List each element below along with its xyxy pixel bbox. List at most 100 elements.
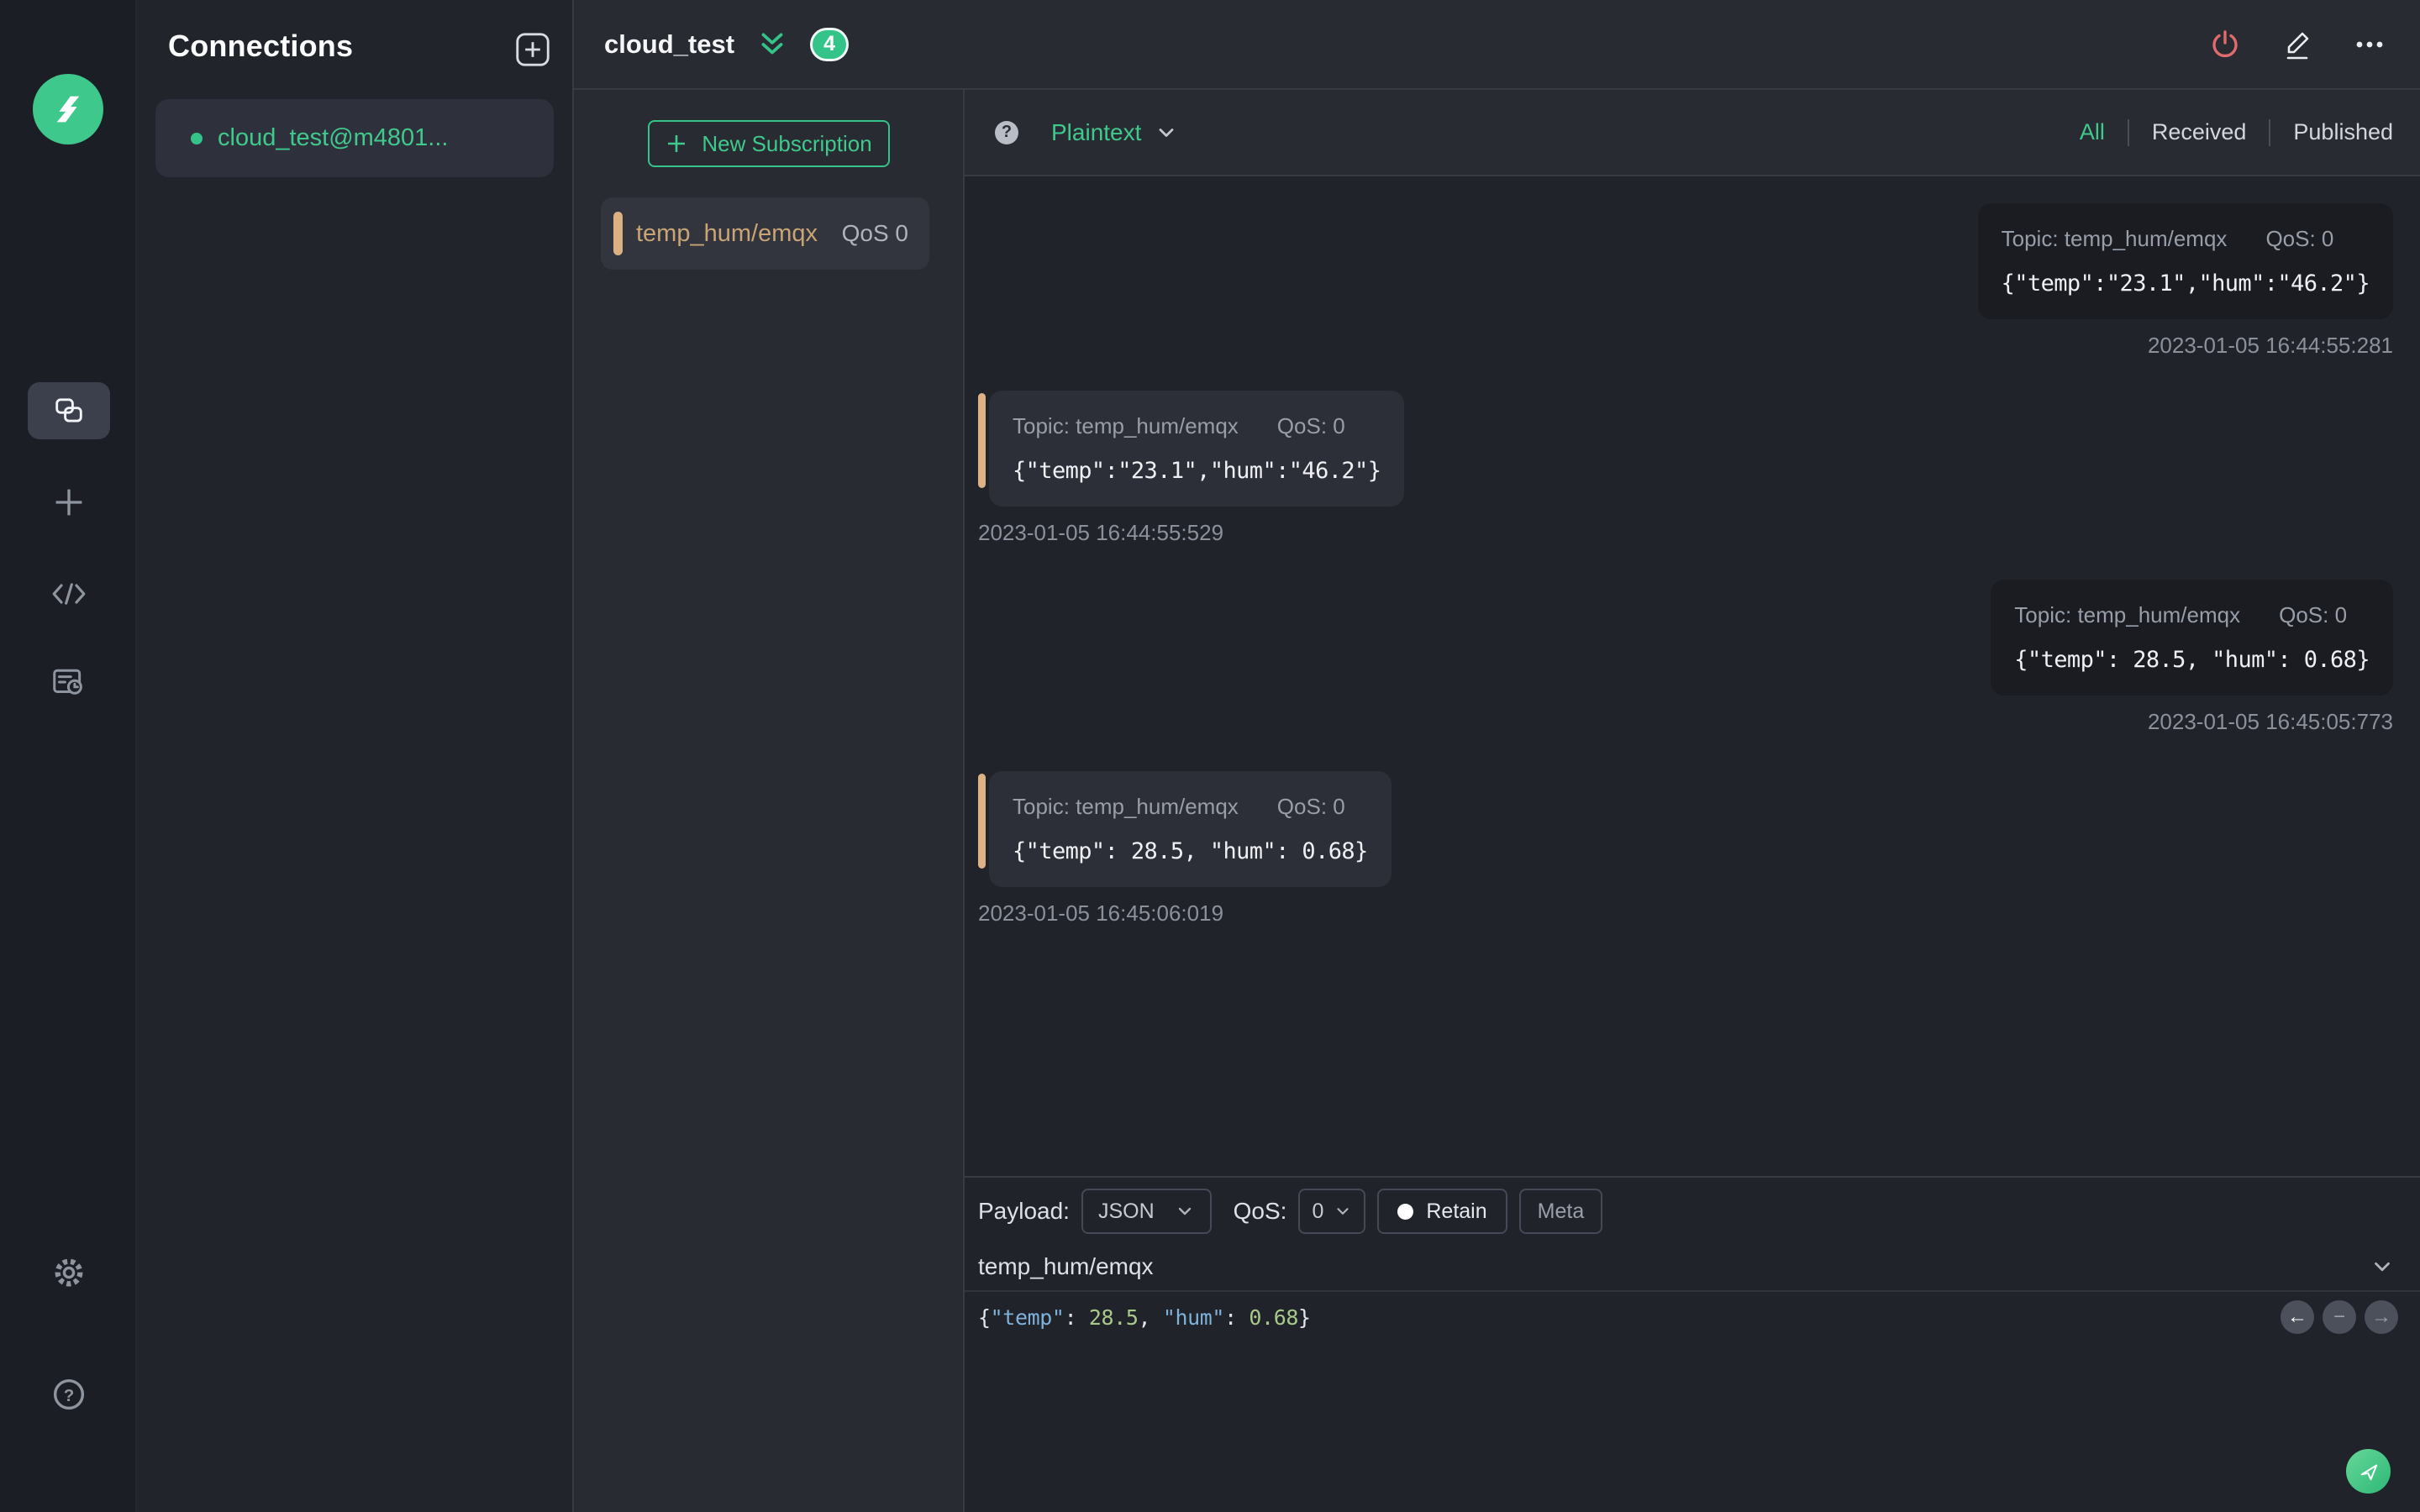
message-payload: {"temp": 28.5, "hum": 0.68} — [2014, 647, 2370, 673]
editor-token: : — [1064, 1305, 1089, 1330]
sidebar-item-help[interactable]: ? — [45, 1370, 93, 1419]
message-timestamp: 2023-01-05 16:44:55:281 — [2147, 333, 2393, 358]
history-prev-button[interactable]: ← — [2281, 1300, 2314, 1334]
right-region: cloud_test 4 New Subscription temp_hum/e… — [574, 0, 2420, 1512]
mqttx-logo-mark — [56, 96, 80, 123]
subscriptions-column: New Subscription temp_hum/emqx QoS 0 — [574, 90, 965, 1512]
plus-icon — [50, 484, 87, 521]
message-format-select[interactable]: Plaintext — [1051, 119, 1178, 146]
message-topic: Topic: temp_hum/emqx — [1013, 794, 1239, 819]
sidebar-item-new-connection[interactable] — [45, 478, 93, 527]
topic-color-bar — [978, 774, 986, 869]
edit-connection-button[interactable] — [2281, 27, 2314, 62]
mqttx-logo — [33, 74, 103, 144]
new-subscription-button[interactable]: New Subscription — [647, 120, 890, 167]
message-timestamp: 2023-01-05 16:45:05:773 — [2147, 709, 2393, 734]
icon-rail: ? — [0, 0, 137, 1512]
payload-format-value: JSON — [1097, 1199, 1155, 1223]
payload-editor[interactable]: {"temp": 28.5, "hum": 0.68} — [978, 1305, 2235, 1330]
message-payload: {"temp":"23.1","hum":"46.2"} — [2001, 270, 2370, 297]
message-meta: Topic: temp_hum/emqx QoS: 0 — [1013, 413, 1381, 439]
editor-token: 0.68 — [1249, 1305, 1298, 1330]
subscription-item[interactable]: temp_hum/emqx QoS 0 — [601, 197, 929, 270]
message-meta: Topic: temp_hum/emqx QoS: 0 — [2014, 602, 2370, 628]
subscription-qos: QoS 0 — [841, 220, 908, 246]
subscription-color-bar — [613, 212, 623, 255]
message-bubble[interactable]: Topic: temp_hum/emqx QoS: 0 {"temp": 28.… — [1991, 580, 2393, 696]
log-document-clock-icon — [50, 664, 88, 700]
history-remove-button[interactable]: − — [2323, 1300, 2356, 1334]
connection-title: cloud_test — [604, 29, 735, 59]
editor-token: : — [1224, 1305, 1249, 1330]
qos-value: 0 — [1312, 1199, 1324, 1223]
collapse-editor-chevron-icon[interactable] — [2370, 1254, 2395, 1279]
message-qos: QoS: 0 — [2279, 602, 2348, 627]
chevron-down-icon — [1160, 128, 1174, 137]
payload-format-help-icon[interactable]: ? — [995, 120, 1018, 144]
message-payload: {"temp":"23.1","hum":"46.2"} — [1013, 458, 1381, 484]
filter-published[interactable]: Published — [2293, 119, 2393, 145]
message-qos: QoS: 0 — [1276, 413, 1345, 438]
topic-color-bar — [978, 393, 986, 488]
ellipsis-icon — [2356, 41, 2383, 47]
message-meta: Topic: temp_hum/emqx QoS: 0 — [2002, 226, 2370, 252]
topic-input[interactable] — [978, 1253, 2370, 1280]
history-next-button[interactable]: → — [2365, 1300, 2398, 1334]
collapse-all-button[interactable] — [756, 29, 788, 60]
power-icon — [2212, 29, 2238, 57]
connections-panel: Connections cloud_test@m4801... — [137, 0, 574, 1512]
message-qos: QoS: 0 — [2265, 226, 2334, 251]
message-toolbar: ? Plaintext All Received Published — [965, 90, 2420, 176]
double-chevron-down-icon — [761, 32, 783, 54]
message-bubble[interactable]: Topic: temp_hum/emqx QoS: 0 {"temp":"23.… — [1977, 203, 2393, 319]
connections-panel-title: Connections — [168, 29, 354, 63]
sidebar-item-script[interactable] — [45, 570, 93, 618]
meta-label: Meta — [1537, 1199, 1585, 1223]
sidebar-item-connections[interactable] — [28, 382, 110, 439]
disconnect-power-button[interactable] — [2208, 28, 2242, 61]
message-filters: All Received Published — [2080, 118, 2393, 146]
sidebar-item-log[interactable] — [45, 658, 93, 706]
message-bubble[interactable]: Topic: temp_hum/emqx QoS: 0 {"temp":"23.… — [989, 391, 1405, 507]
plus-square-icon — [516, 33, 550, 66]
connection-header: cloud_test 4 — [574, 0, 2420, 90]
connection-name: cloud_test@m4801... — [218, 124, 449, 151]
filter-received[interactable]: Received — [2152, 119, 2247, 145]
topic-row — [965, 1243, 2420, 1292]
payload-format-select[interactable]: JSON — [1081, 1189, 1212, 1234]
more-options-button[interactable] — [2353, 28, 2386, 61]
plus-icon — [668, 135, 686, 152]
retain-toggle[interactable]: Retain — [1377, 1189, 1507, 1234]
send-button[interactable] — [2346, 1449, 2391, 1494]
publish-panel: Payload: JSON QoS: 0 Retain Meta temp_hu… — [965, 1176, 2420, 1512]
chevron-down-icon — [1178, 1207, 1191, 1215]
editor-token: } — [1298, 1305, 1311, 1330]
sidebar-item-settings[interactable] — [45, 1248, 93, 1297]
header-actions — [2208, 27, 2386, 62]
unread-count-badge: 4 — [810, 27, 850, 61]
message-topic: Topic: temp_hum/emqx — [2001, 226, 2228, 251]
payload-format-label: Payload: — [978, 1198, 1070, 1224]
message-bubble[interactable]: Topic: temp_hum/emqx QoS: 0 {"temp": 28.… — [989, 771, 1392, 887]
help-circle-icon: ? — [50, 1375, 88, 1414]
chevron-down-icon — [1337, 1208, 1349, 1215]
new-subscription-label: New Subscription — [702, 130, 872, 156]
message-timestamp: 2023-01-05 16:44:55:529 — [978, 520, 1224, 545]
editor-token: "hum" — [1162, 1305, 1225, 1330]
retain-dot-icon — [1397, 1203, 1414, 1220]
history-nav: ← − → — [2281, 1300, 2398, 1334]
code-icon — [50, 578, 88, 610]
filter-all[interactable]: All — [2080, 119, 2105, 145]
editor-token: , — [1138, 1305, 1163, 1330]
message-area: ? Plaintext All Received Published Topic… — [965, 90, 2420, 1512]
qos-select[interactable]: 0 — [1298, 1189, 1366, 1234]
editor-token: { — [978, 1305, 991, 1330]
connection-list-item[interactable]: cloud_test@m4801... — [155, 99, 554, 177]
message-timestamp: 2023-01-05 16:45:06:019 — [978, 900, 1224, 926]
meta-button[interactable]: Meta — [1518, 1189, 1603, 1234]
message-meta: Topic: temp_hum/emqx QoS: 0 — [1013, 794, 1368, 820]
add-connection-button[interactable] — [515, 32, 550, 67]
filter-divider — [2127, 118, 2129, 146]
retain-label: Retain — [1426, 1199, 1487, 1223]
format-value: Plaintext — [1051, 118, 1142, 145]
